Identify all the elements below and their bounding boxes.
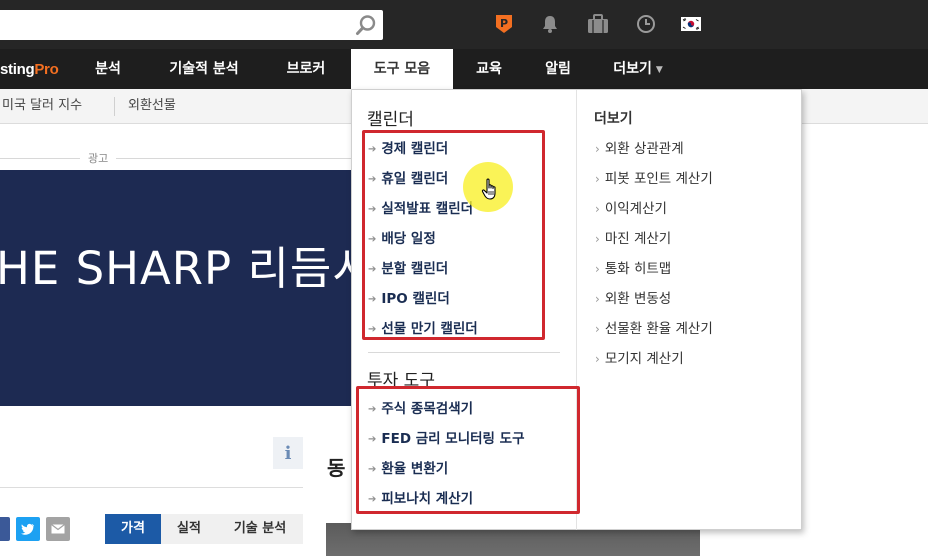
menu-forward-rate-calculator[interactable]: › 선물환 환율 계산기 xyxy=(595,317,713,337)
tools-highlight-box xyxy=(356,386,580,514)
menu-item-label: 피봇 포인트 계산기 xyxy=(604,171,713,187)
banner-text: HE SHARP 리듬시 xyxy=(0,242,352,295)
search-input[interactable] xyxy=(0,10,383,40)
twitter-share-icon[interactable] xyxy=(16,517,40,541)
briefcase-icon[interactable] xyxy=(587,13,609,35)
subnav-dollar-index[interactable]: 미국 달러 지수 xyxy=(2,89,82,123)
menu-currency-heatmap[interactable]: › 통화 히트맵 xyxy=(595,257,671,277)
nav-more-label: 더보기 xyxy=(613,61,652,77)
korea-flag-icon[interactable] xyxy=(680,13,702,35)
clock-icon[interactable] xyxy=(635,13,657,35)
chevron-right-icon: › xyxy=(595,172,600,186)
top-bar: P xyxy=(0,0,928,49)
ad-label: 광고 xyxy=(84,150,113,166)
subnav-divider xyxy=(114,97,115,116)
calendar-heading: 캘린더 xyxy=(367,110,414,130)
content-heading: 동 xyxy=(327,456,346,480)
menu-mortgage-calculator[interactable]: › 모기지 계산기 xyxy=(595,347,684,367)
dropdown-section-divider xyxy=(368,352,560,353)
tab-price[interactable]: 가격 xyxy=(105,514,161,544)
more-heading: 더보기 xyxy=(594,111,633,127)
search-icon[interactable] xyxy=(355,14,377,36)
menu-item-label: 모기지 계산기 xyxy=(604,351,684,367)
menu-item-label: 마진 계산기 xyxy=(604,231,672,247)
chevron-right-icon: › xyxy=(595,352,600,366)
calendar-highlight-box xyxy=(362,130,545,340)
ad-banner[interactable]: HE SHARP 리듬시 xyxy=(0,170,352,406)
menu-profit-calculator[interactable]: › 이익계산기 xyxy=(595,197,667,217)
menu-item-label: 이익계산기 xyxy=(604,201,667,217)
tab-technical[interactable]: 기술 분석 xyxy=(217,514,303,544)
chevron-right-icon: › xyxy=(595,292,600,306)
menu-fx-volatility[interactable]: › 외환 변동성 xyxy=(595,287,671,307)
ad-divider-right xyxy=(116,158,352,159)
menu-pivot-point-calculator[interactable]: › 피봇 포인트 계산기 xyxy=(595,167,713,187)
chevron-right-icon: › xyxy=(595,262,600,276)
tab-earnings[interactable]: 실적 xyxy=(161,514,217,544)
chevron-right-icon: › xyxy=(595,232,600,246)
chevron-right-icon: › xyxy=(595,142,600,156)
nav-education[interactable]: 교육 xyxy=(462,49,516,89)
menu-item-label: 외환 상관관계 xyxy=(604,141,684,157)
logo-pro-text: Pro xyxy=(34,61,59,78)
nav-alerts[interactable]: 알림 xyxy=(530,49,586,89)
chevron-down-icon: ▼ xyxy=(655,65,663,75)
ad-divider-left xyxy=(0,158,80,159)
menu-margin-calculator[interactable]: › 마진 계산기 xyxy=(595,227,671,247)
logo[interactable]: stingPro xyxy=(0,61,59,78)
nav-tools[interactable]: 도구 모음 xyxy=(351,49,453,89)
chevron-right-icon: › xyxy=(595,322,600,336)
menu-fx-correlation[interactable]: › 외환 상관관계 xyxy=(595,137,684,157)
chevron-right-icon: › xyxy=(595,202,600,216)
email-share-icon[interactable] xyxy=(46,517,70,541)
nav-analysis[interactable]: 분석 xyxy=(79,49,137,89)
menu-item-label: 선물환 환율 계산기 xyxy=(604,321,713,337)
pro-badge-icon[interactable]: P xyxy=(493,13,515,35)
nav-more[interactable]: 더보기 ▼ xyxy=(598,49,678,89)
menu-item-label: 통화 히트맵 xyxy=(604,261,672,277)
bell-icon[interactable] xyxy=(539,13,561,35)
facebook-share-icon[interactable] xyxy=(0,517,10,541)
main-nav: stingPro 분석 기술적 분석 브로커 도구 모음 교육 알림 더보기 ▼ xyxy=(0,49,928,89)
svg-text:P: P xyxy=(500,17,508,30)
nav-technical-analysis[interactable]: 기술적 분석 xyxy=(150,49,258,89)
logo-text: sting xyxy=(0,61,35,78)
hand-pointer-icon xyxy=(481,178,496,200)
menu-item-label: 외환 변동성 xyxy=(604,291,672,307)
info-icon[interactable]: i xyxy=(273,437,303,469)
subnav-fx-futures[interactable]: 외환선물 xyxy=(128,89,176,123)
nav-brokers[interactable]: 브로커 xyxy=(270,49,342,89)
content-divider xyxy=(0,487,303,488)
